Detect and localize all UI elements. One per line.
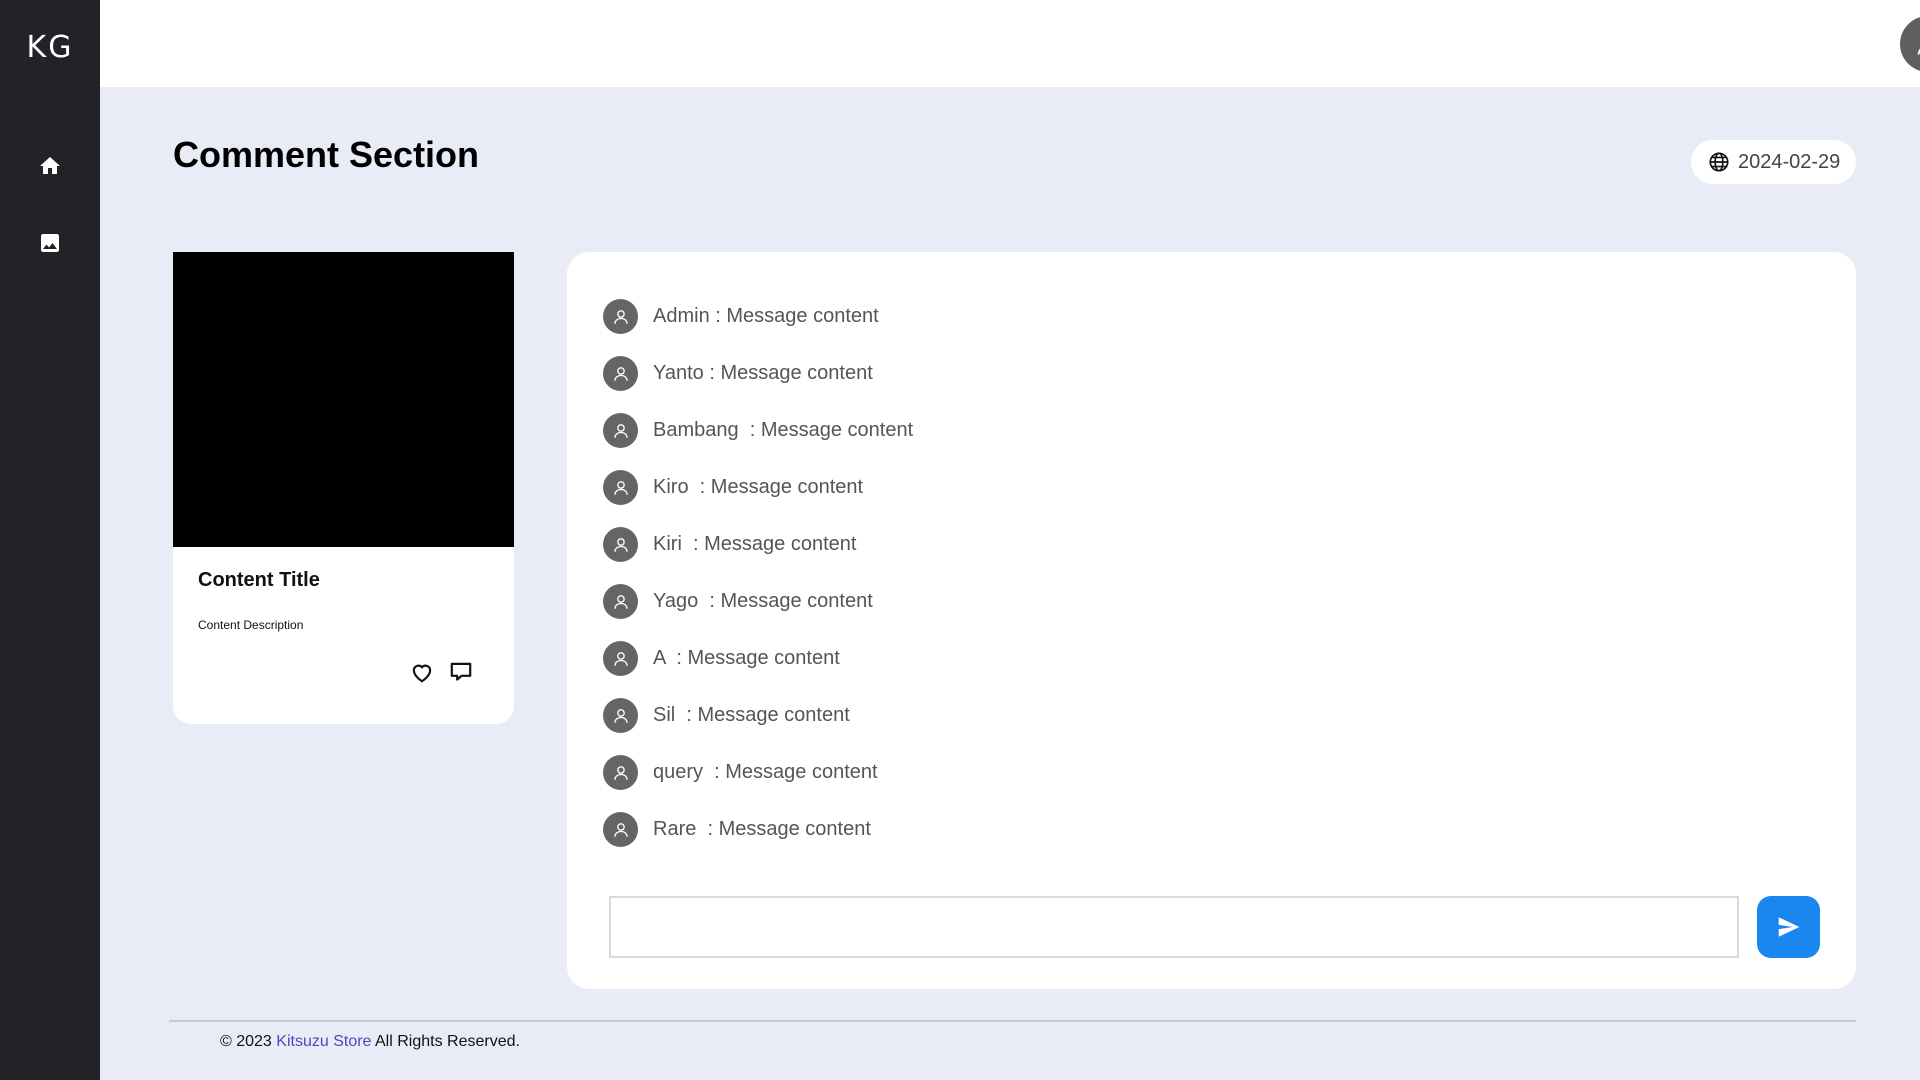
comment-item: Sil : Message content [603, 687, 913, 744]
comment-item: Rare : Message content [603, 801, 913, 858]
globe-icon [1709, 152, 1729, 172]
commenter-avatar[interactable] [603, 698, 638, 733]
comment-item: Yanto : Message content [603, 345, 913, 402]
comment-item: Bambang : Message content [603, 402, 913, 459]
footer-rights: All Rights Reserved. [371, 1033, 520, 1050]
content-image [173, 252, 514, 547]
footer-copyright: © 2023 [220, 1033, 277, 1050]
commenter-avatar[interactable] [603, 584, 638, 619]
comment-text: Kiro : Message content [653, 476, 864, 498]
commenter-avatar[interactable] [603, 413, 638, 448]
sidebar: KG [0, 0, 100, 1080]
comment-icon[interactable] [448, 659, 474, 685]
comment-text: Bambang : Message content [653, 419, 914, 441]
comment-text: Sil : Message content [653, 704, 850, 726]
date-text: 2024-02-29 [1738, 150, 1841, 173]
comment-item: Kiri : Message content [603, 516, 913, 573]
top-bar [100, 0, 1920, 87]
content-title: Content Title [198, 569, 320, 591]
user-icon [613, 594, 628, 609]
comment-text: Yago : Message content [653, 590, 873, 612]
comment-text: Kiri : Message content [653, 533, 857, 555]
send-icon [1778, 917, 1799, 937]
home-icon[interactable] [38, 154, 62, 178]
comment-text: Yanto : Message content [653, 362, 873, 384]
comment-text: Admin : Message content [653, 305, 879, 327]
comment-item: A : Message content [603, 630, 913, 687]
footer-divider [169, 1020, 1856, 1022]
footer-store-link[interactable]: Kitsuzu Store [276, 1033, 371, 1050]
date-badge[interactable]: 2024-02-29 [1691, 140, 1856, 184]
comments-panel: Admin : Message content Yanto : Message c… [567, 252, 1856, 989]
user-avatar[interactable] [1900, 16, 1920, 72]
comment-item: Kiro : Message content [603, 459, 913, 516]
user-icon [1917, 48, 1920, 55]
comment-text: Rare : Message content [653, 818, 871, 840]
commenter-avatar[interactable] [603, 299, 638, 334]
logo[interactable]: KG [0, 30, 100, 65]
comment-item: query : Message content [603, 744, 913, 801]
commenter-avatar[interactable] [603, 755, 638, 790]
user-icon [613, 366, 628, 381]
user-icon [613, 309, 628, 324]
send-button[interactable] [1757, 896, 1820, 958]
commenter-avatar[interactable] [603, 812, 638, 847]
user-icon [613, 708, 628, 723]
commenter-avatar[interactable] [603, 527, 638, 562]
commenter-avatar[interactable] [603, 356, 638, 391]
comment-text: A : Message content [653, 647, 840, 669]
user-icon [613, 423, 628, 438]
comment-item: Admin : Message content [603, 288, 913, 345]
user-icon [613, 765, 628, 780]
image-icon[interactable] [38, 231, 62, 255]
content-card: Content Title Content Description [173, 252, 514, 724]
footer: © 2023 Kitsuzu Store All Rights Reserved… [220, 1033, 520, 1051]
page-title: Comment Section [173, 134, 480, 175]
message-input[interactable] [609, 896, 1739, 958]
comment-text: query : Message content [653, 761, 878, 783]
commenter-avatar[interactable] [603, 470, 638, 505]
user-icon [613, 651, 628, 666]
user-icon [613, 537, 628, 552]
user-icon [613, 480, 628, 495]
content-description: Content Description [198, 618, 304, 632]
comment-item: Yago : Message content [603, 573, 913, 630]
user-icon [613, 822, 628, 837]
comment-list: Admin : Message content Yanto : Message c… [603, 288, 913, 858]
commenter-avatar[interactable] [603, 641, 638, 676]
heart-icon[interactable] [409, 659, 435, 685]
